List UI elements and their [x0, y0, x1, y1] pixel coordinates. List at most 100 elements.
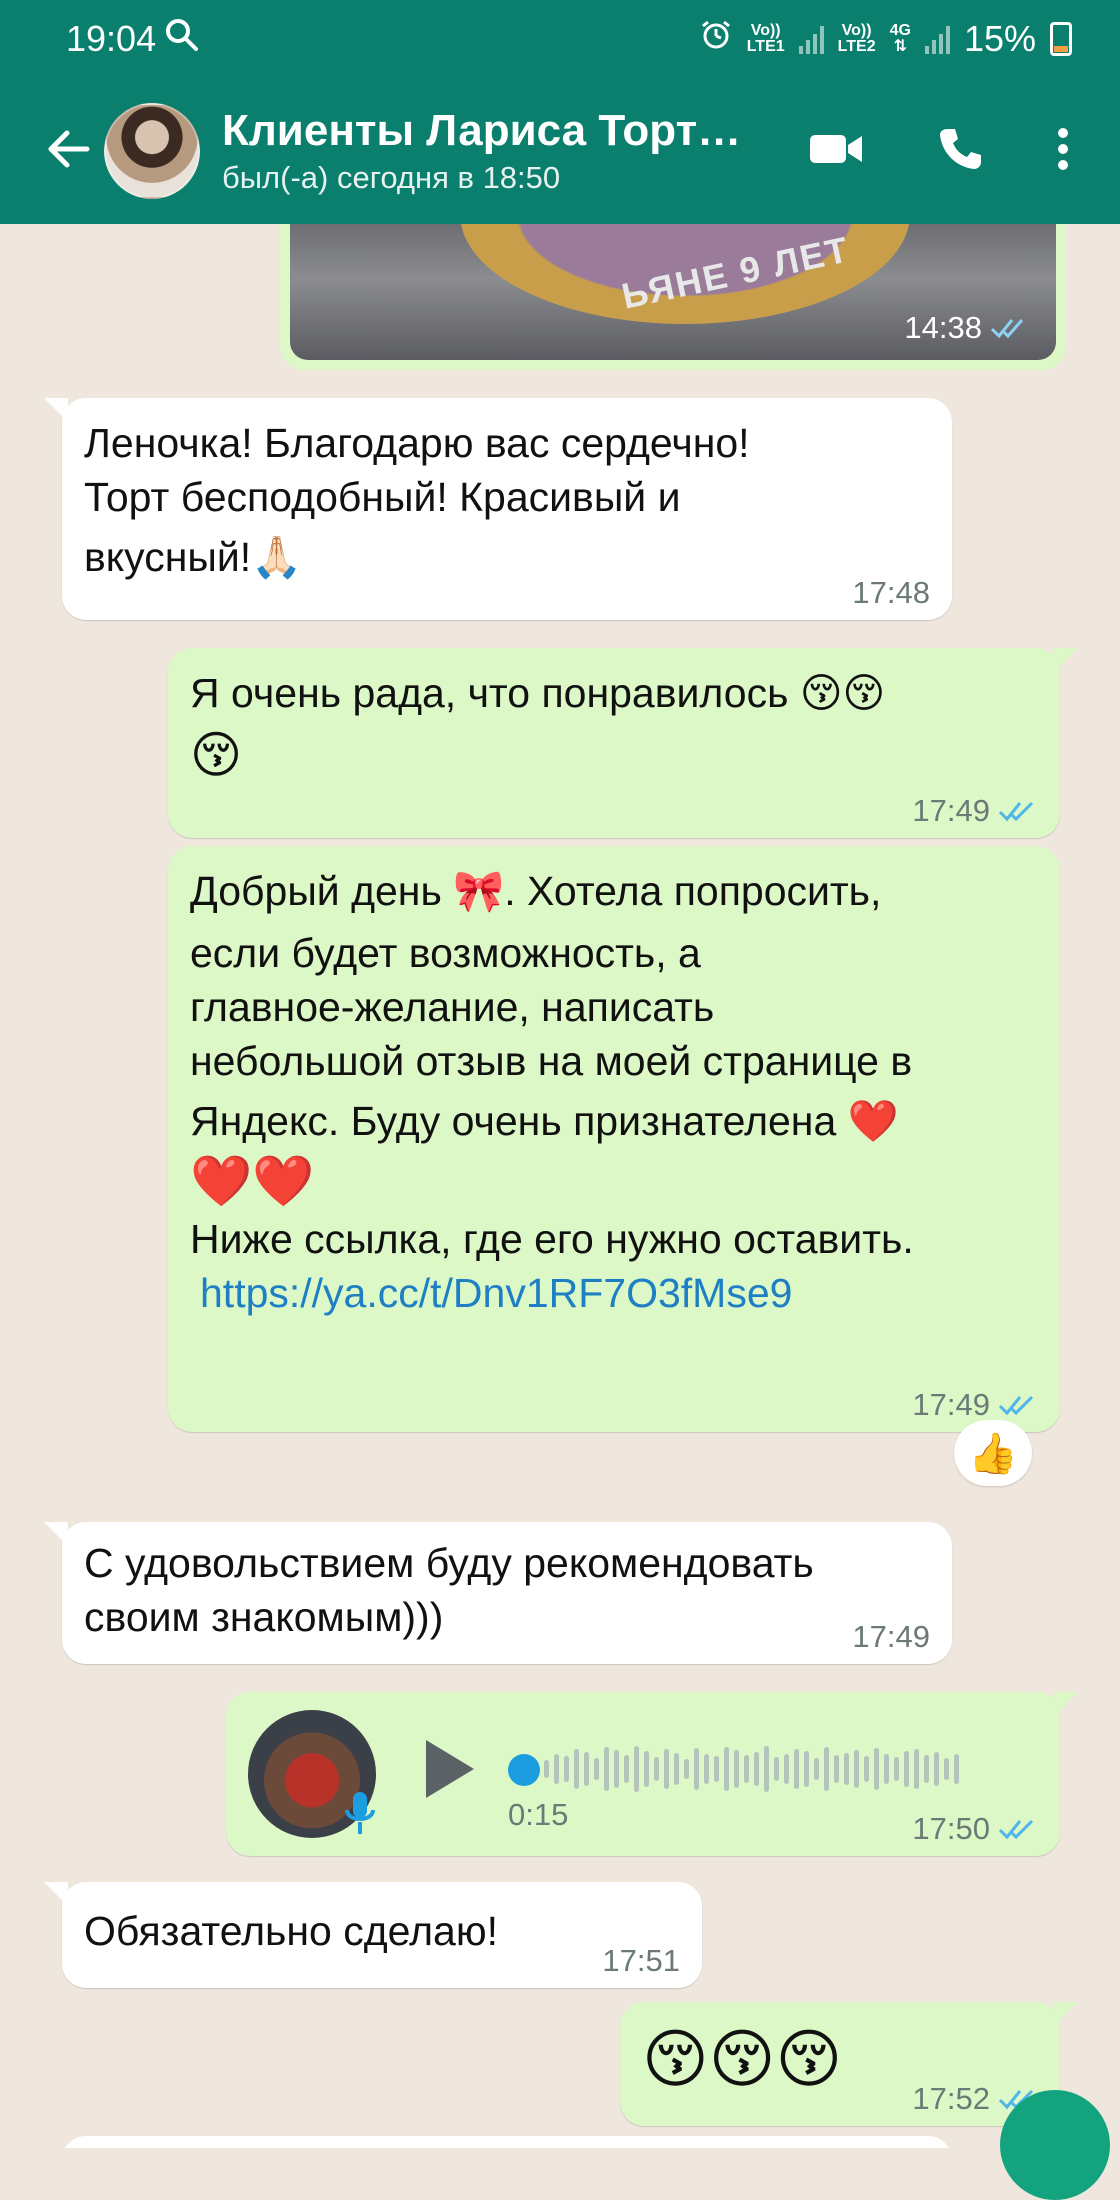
image-message[interactable]: ЬЯНЕ 9 ЛЕТ 14:38: [280, 224, 1066, 370]
waveform-bar: [954, 1754, 959, 1784]
message-time: 17:50: [912, 1811, 990, 1846]
voice-message[interactable]: 0:15 17:50: [226, 1692, 1078, 1856]
waveform-bar: [574, 1749, 579, 1789]
message-line: главное-желание, написать: [190, 984, 715, 1030]
waveform-bar: [914, 1749, 919, 1789]
message-time: 14:38: [904, 310, 982, 345]
signal-bars-sim1-icon: [798, 24, 824, 54]
status-bar: 19:04 Vo)) LTE1 Vo)) LTE2 4G ⇅ 15%: [0, 0, 1120, 78]
waveform-bar: [814, 1758, 819, 1780]
waveform-bar: [634, 1746, 639, 1792]
waveform-bar: [654, 1757, 659, 1781]
message-time: 17:51: [602, 1943, 680, 1978]
thumbs-up-reaction[interactable]: 👍: [954, 1420, 1032, 1486]
message-line: Яндекс. Буду очень признателена ❤️: [190, 1098, 899, 1144]
message-incoming-partial[interactable]: [62, 2136, 952, 2148]
waveform-bar: [884, 1754, 889, 1784]
video-camera-icon: [810, 134, 862, 163]
play-icon: [426, 1740, 474, 1798]
waveform-bar: [934, 1752, 939, 1786]
waveform-bar: [674, 1753, 679, 1785]
data-arrows-icon: ⇅: [893, 38, 907, 55]
video-call-button[interactable]: [808, 129, 864, 174]
message-incoming[interactable]: Обязательно сделаю! 17:51: [44, 1882, 702, 1988]
message-link[interactable]: https://ya.cc/t/Dnv1RF7O3fMse9: [190, 1266, 1038, 1320]
contact-avatar[interactable]: [104, 103, 200, 199]
back-button[interactable]: [38, 121, 98, 181]
waveform-bar: [864, 1756, 869, 1782]
play-button[interactable]: [422, 1736, 478, 1815]
waveform-bar: [944, 1758, 949, 1780]
waveform-bar: [624, 1755, 629, 1783]
waveform-bar: [584, 1752, 589, 1786]
sim1-indicator: Vo)) LTE1: [747, 23, 785, 55]
search-icon: [164, 17, 200, 62]
waveform-bar: [734, 1750, 739, 1788]
waveform-bar: [614, 1750, 619, 1788]
network-label: 4G: [889, 22, 911, 39]
message-line: Обязательно сделаю!: [84, 1908, 498, 1954]
waveform-bar: [784, 1754, 789, 1784]
message-line: Ниже ссылка, где его нужно оставить.: [190, 1216, 914, 1262]
waveform-bar: [744, 1755, 749, 1783]
contact-info[interactable]: Клиенты Лариса Торт… был(-а) сегодня в 1…: [222, 106, 741, 196]
message-outgoing[interactable]: 😚😚😚 17:52: [620, 2002, 1078, 2126]
waveform-bar: [604, 1747, 609, 1791]
cake-photo[interactable]: ЬЯНЕ 9 ЛЕТ 14:38: [290, 224, 1056, 360]
phone-icon: [940, 128, 981, 169]
waveform-bar: [834, 1755, 839, 1783]
waveform-bar: [694, 1748, 699, 1790]
waveform-bar: [924, 1755, 929, 1783]
sim2-volte: Vo)): [841, 22, 872, 39]
chat-messages[interactable]: ЬЯНЕ 9 ЛЕТ 14:38 Леночка! Благодарю вас …: [22, 224, 1102, 2148]
sim2-lte: LTE2: [837, 38, 876, 55]
chat-header: Клиенты Лариса Торт… был(-а) сегодня в 1…: [0, 78, 1120, 224]
waveform-bar: [544, 1760, 549, 1778]
sim2-indicator: Vo)) LTE2: [838, 23, 876, 55]
message-outgoing[interactable]: Я очень рада, что понравилось 😚😚 😚 17:49: [168, 648, 1078, 838]
voice-duration: 0:15: [508, 1797, 569, 1832]
waveform-bar: [854, 1750, 859, 1788]
thumbs-up-icon: 👍: [968, 1431, 1018, 1476]
waveform-bar: [804, 1751, 809, 1787]
scroll-down-button[interactable]: [1000, 2090, 1110, 2200]
waveform-bar: [774, 1757, 779, 1781]
battery-icon: [1050, 22, 1072, 56]
message-line: небольшой отзыв на моей странице в: [190, 1038, 913, 1084]
message-time: 17:49: [912, 1387, 990, 1422]
message-line: ❤️❤️: [190, 1153, 315, 1209]
double-check-icon: [990, 319, 1024, 339]
more-vertical-icon: [1058, 127, 1068, 170]
microphone-icon: [344, 1790, 376, 1851]
message-incoming[interactable]: Леночка! Благодарю вас сердечно! Торт бе…: [44, 398, 952, 620]
waveform-bar: [904, 1751, 909, 1787]
playback-scrubber[interactable]: [508, 1754, 540, 1786]
waveform[interactable]: [544, 1738, 1016, 1800]
message-line: вкусный!🙏🏻: [84, 534, 303, 580]
double-check-icon: [998, 801, 1034, 822]
message-line: если будет возможность, а: [190, 930, 701, 976]
message-line: своим знакомым))): [84, 1594, 444, 1640]
chat-title: Клиенты Лариса Торт…: [222, 106, 742, 155]
message-incoming[interactable]: С удовольствием буду рекомендовать своим…: [44, 1522, 952, 1664]
network-type: 4G ⇅: [890, 23, 911, 55]
waveform-bar: [874, 1748, 879, 1790]
message-line: Я очень рада, что понравилось 😚😚: [190, 670, 886, 716]
last-seen-status: был(-а) сегодня в 18:50: [222, 160, 561, 195]
voice-call-button[interactable]: [936, 125, 984, 178]
message-line: Леночка! Благодарю вас сердечно!: [84, 420, 750, 466]
waveform-bar: [684, 1759, 689, 1779]
message-line: 😚: [190, 727, 243, 783]
waveform-bar: [664, 1749, 669, 1789]
double-check-icon: [998, 1819, 1034, 1840]
sim1-lte: LTE1: [746, 38, 785, 55]
waveform-bar: [644, 1751, 649, 1787]
waveform-bar: [554, 1754, 559, 1784]
message-line: Добрый день 🎀. Хотела попросить,: [190, 868, 882, 914]
message-outgoing[interactable]: Добрый день 🎀. Хотела попросить, если бу…: [168, 846, 1060, 1432]
double-check-icon: [998, 1395, 1034, 1416]
message-time: 17:52: [912, 2081, 990, 2116]
more-options-button[interactable]: [1056, 127, 1070, 176]
status-time: 19:04: [66, 18, 157, 59]
message-line: Торт бесподобный! Красивый и: [84, 474, 681, 520]
